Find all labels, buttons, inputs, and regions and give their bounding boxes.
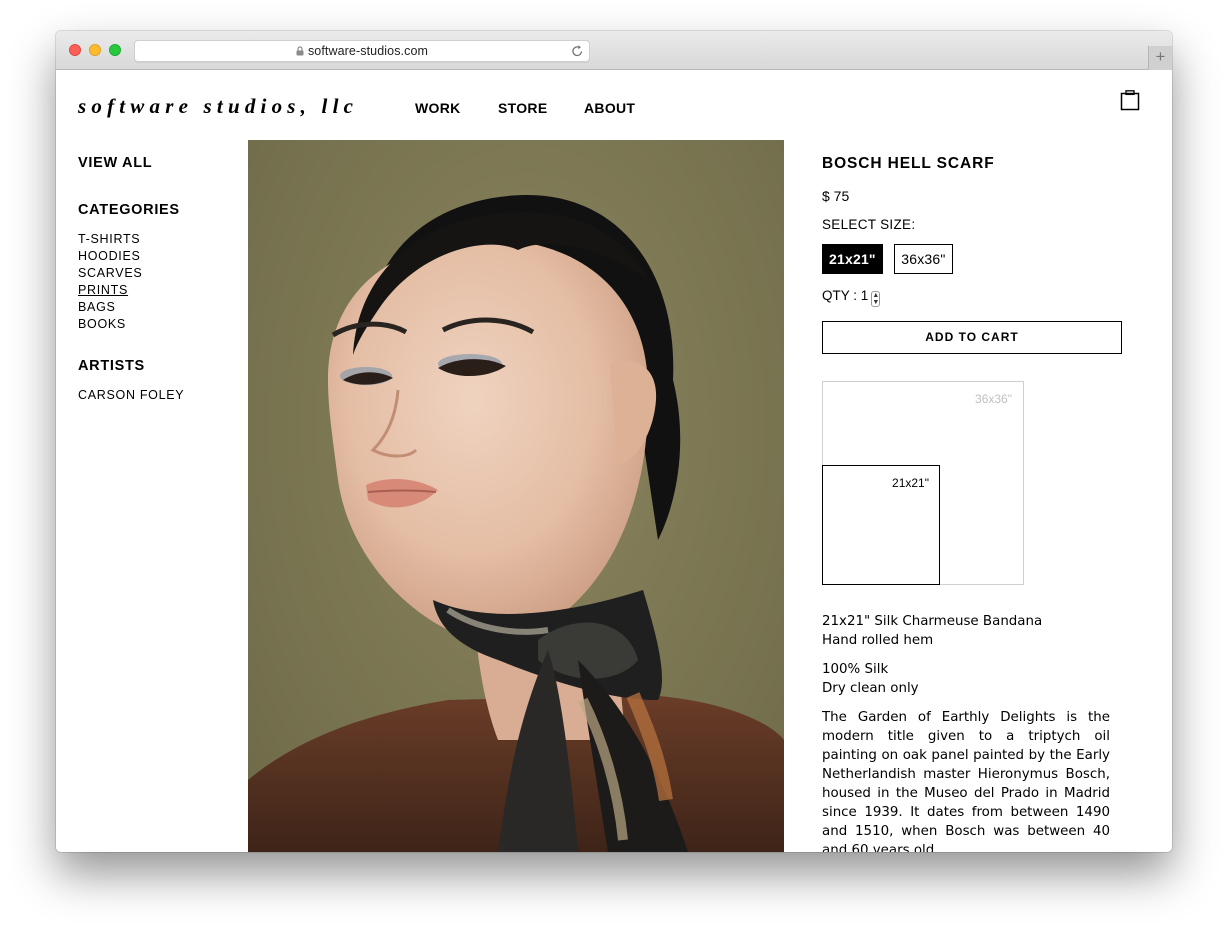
add-to-cart-button[interactable]: ADD TO CART	[822, 321, 1122, 354]
store-sidebar: VIEW ALL CATEGORIES T-SHIRTS HOODIES SCA…	[78, 155, 238, 404]
categories-heading: CATEGORIES	[78, 202, 180, 218]
zoom-window-button[interactable]	[109, 44, 121, 56]
desc-hem-line: Hand rolled hem	[822, 633, 934, 648]
quantity-stepper[interactable]: ▲ ▼	[871, 291, 881, 307]
qty-label: QTY :	[822, 288, 861, 303]
desc-care-line: Dry clean only	[822, 681, 919, 696]
product-details: BOSCH HELL SCARF $ 75 SELECT SIZE: 21x21…	[822, 155, 1122, 852]
size-comparison-diagram: 36x36" 21x21"	[822, 381, 1024, 585]
category-hoodies[interactable]: HOODIES	[78, 248, 238, 265]
category-prints[interactable]: PRINTS	[78, 282, 238, 299]
desc-material-line: 21x21" Silk Charmeuse Bandana	[822, 614, 1043, 629]
model-photo-illustration	[248, 195, 784, 852]
browser-window: software-studios.com + software studios,…	[56, 31, 1172, 852]
view-all-link[interactable]: VIEW ALL	[78, 155, 238, 171]
site-logo[interactable]: software studios, llc	[78, 94, 358, 119]
product-photo	[248, 140, 784, 852]
shopping-bag-icon[interactable]	[1120, 90, 1140, 111]
artists-heading: ARTISTS	[78, 358, 145, 374]
lock-icon	[296, 46, 304, 56]
category-list: T-SHIRTS HOODIES SCARVES PRINTS BAGS BOO…	[78, 231, 238, 333]
category-scarves[interactable]: SCARVES	[78, 265, 238, 282]
minimize-window-button[interactable]	[89, 44, 101, 56]
select-size-label: SELECT SIZE:	[822, 217, 916, 232]
nav-store[interactable]: STORE	[498, 100, 547, 116]
size-option-21x21[interactable]: 21x21"	[822, 244, 883, 274]
size-box-36x36-label: 36x36"	[975, 392, 1012, 406]
desc-paragraph: The Garden of Earthly Delights is the mo…	[822, 710, 1110, 852]
quantity-row: QTY : 1 ▲ ▼	[822, 288, 1122, 307]
category-books[interactable]: BOOKS	[78, 316, 238, 333]
category-tshirts[interactable]: T-SHIRTS	[78, 231, 238, 248]
new-tab-button[interactable]: +	[1148, 46, 1172, 70]
url-text: software-studios.com	[307, 44, 429, 58]
size-options: 21x21" 36x36"	[822, 244, 1122, 274]
browser-titlebar: software-studios.com +	[56, 31, 1172, 70]
nav-about[interactable]: ABOUT	[584, 100, 635, 116]
product-price: $ 75	[822, 188, 850, 204]
size-box-21x21: 21x21"	[822, 465, 940, 585]
close-window-button[interactable]	[69, 44, 81, 56]
size-option-36x36[interactable]: 36x36"	[894, 244, 953, 274]
reload-icon[interactable]	[571, 44, 584, 58]
desc-fabric-line: 100% Silk	[822, 662, 889, 677]
address-bar[interactable]: software-studios.com	[134, 40, 590, 62]
category-bags[interactable]: BAGS	[78, 299, 238, 316]
product-title: BOSCH HELL SCARF	[822, 155, 995, 172]
product-description: 21x21" Silk Charmeuse Bandana Hand rolle…	[822, 612, 1110, 852]
size-box-21x21-label: 21x21"	[892, 476, 929, 490]
artist-carson-foley[interactable]: CARSON FOLEY	[78, 387, 238, 404]
artist-list: CARSON FOLEY	[78, 387, 238, 404]
nav-work[interactable]: WORK	[415, 100, 461, 116]
qty-value[interactable]: 1	[861, 288, 869, 303]
web-page: software studios, llc WORK STORE ABOUT V…	[56, 70, 1172, 852]
